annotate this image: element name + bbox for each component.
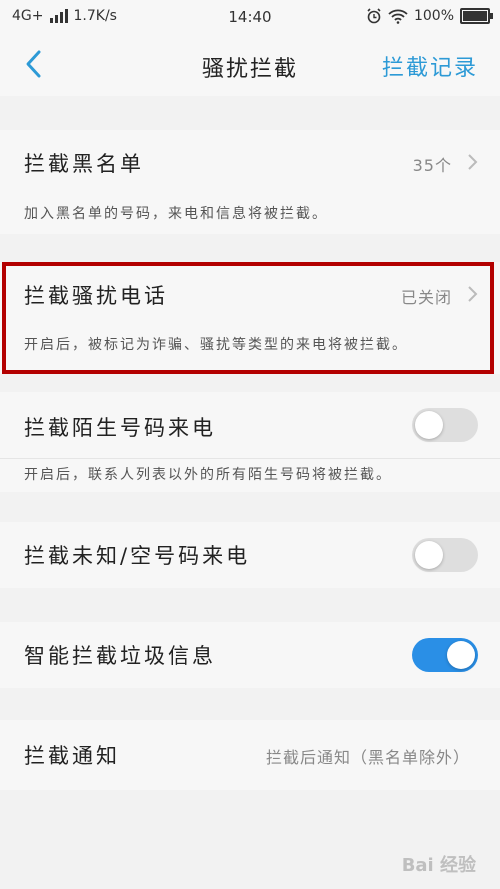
blacklist-card: 拦截黑名单 35个 加入黑名单的号码，来电和信息将被拦截。 — [0, 130, 500, 234]
notification-row[interactable]: 拦截通知 拦截后通知（黑名单除外） — [0, 720, 500, 786]
status-bar: 4G+ 1.7K/s 14:40 100% — [0, 0, 500, 34]
stranger-calls-toggle[interactable] — [412, 408, 478, 442]
spam-messages-label: 智能拦截垃圾信息 — [24, 644, 216, 668]
watermark: Bai 经验 — [401, 855, 476, 876]
toggle-knob — [415, 541, 443, 569]
blacklist-label: 拦截黑名单 — [24, 152, 144, 176]
stranger-calls-card: 拦截陌生号码来电 开启后，联系人列表以外的所有陌生号码将被拦截。 — [0, 392, 500, 492]
notification-card: 拦截通知 拦截后通知（黑名单除外） — [0, 720, 500, 790]
wifi-icon — [388, 9, 408, 24]
unknown-calls-label: 拦截未知/空号码来电 — [24, 544, 251, 568]
nav-bar: 骚扰拦截 拦截记录 — [0, 34, 500, 96]
highlight-box — [2, 262, 494, 374]
divider — [0, 458, 500, 459]
stranger-calls-label: 拦截陌生号码来电 — [24, 416, 216, 440]
spam-messages-card: 智能拦截垃圾信息 — [0, 622, 500, 688]
chevron-right-icon — [468, 154, 478, 170]
notification-value: 拦截后通知（黑名单除外） — [265, 748, 470, 767]
notification-label: 拦截通知 — [24, 744, 120, 768]
blacklist-description: 加入黑名单的号码，来电和信息将被拦截。 — [24, 206, 328, 222]
alarm-icon — [367, 8, 381, 24]
unknown-calls-toggle[interactable] — [412, 538, 478, 572]
blacklist-count: 35个 — [412, 156, 452, 175]
battery-percent: 100% — [413, 8, 454, 24]
toggle-knob — [447, 641, 475, 669]
spam-messages-toggle[interactable] — [412, 638, 478, 672]
unknown-calls-card: 拦截未知/空号码来电 — [0, 522, 500, 588]
block-records-button[interactable]: 拦截记录 — [382, 50, 478, 82]
status-right: 100% — [366, 8, 493, 24]
toggle-knob — [415, 411, 443, 439]
blacklist-row[interactable]: 拦截黑名单 35个 — [0, 130, 500, 196]
stranger-calls-description: 开启后，联系人列表以外的所有陌生号码将被拦截。 — [24, 467, 392, 483]
battery-icon — [460, 8, 493, 24]
